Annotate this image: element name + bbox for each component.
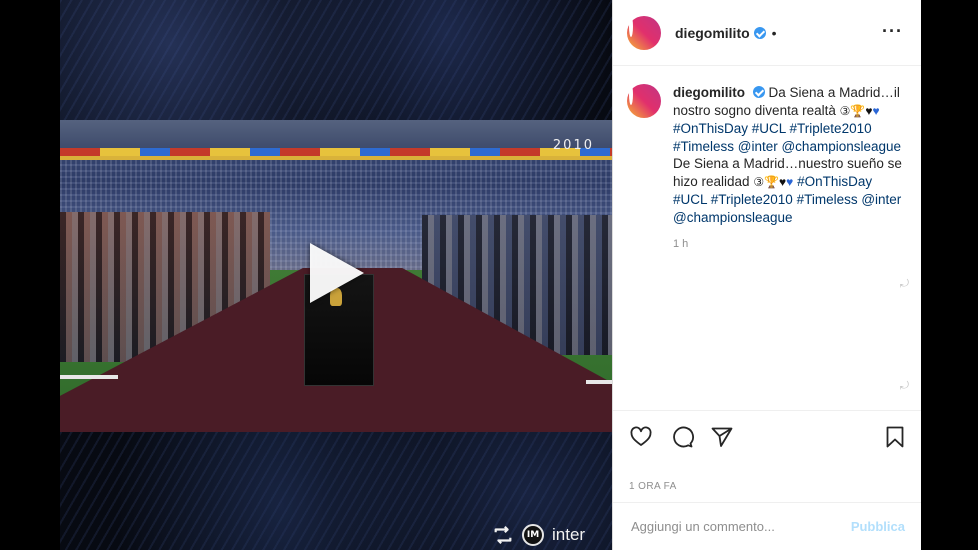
post-panel: diegomilito • ··· diegomilito Da Siena a…: [612, 0, 921, 550]
caption-hashtags[interactable]: @championsleague: [673, 210, 793, 225]
caption-text: diegomilito Da Siena a Madrid…il nostro …: [673, 84, 909, 226]
number-three-icon: ③: [753, 174, 765, 189]
inter-logo-icon: IM: [522, 524, 544, 546]
caption-line: nostro sogno diventa realtà: [673, 102, 836, 118]
post-date: 1 ORA FA: [629, 481, 677, 492]
share-icon[interactable]: [710, 425, 734, 449]
repost-account[interactable]: inter: [552, 525, 585, 545]
number-three-icon: ③: [839, 103, 851, 118]
sideline: [586, 380, 612, 384]
publish-button[interactable]: Pubblica: [851, 519, 905, 534]
post-media[interactable]: 2010 IM inter: [60, 0, 612, 550]
more-options-icon[interactable]: ···: [882, 22, 903, 40]
comment-icon[interactable]: [670, 425, 694, 449]
caption-username[interactable]: diegomilito: [673, 85, 745, 100]
caption-block: diegomilito Da Siena a Madrid…il nostro …: [627, 84, 909, 250]
header-separator: •: [771, 24, 777, 41]
caption-line: hizo realidad: [673, 173, 750, 189]
scroll-indicator-icon: ⤾: [899, 278, 909, 290]
blue-heart-icon: ♥: [786, 174, 794, 189]
caption-timestamp: 1 h: [673, 238, 689, 250]
comment-bar: Pubblica: [613, 502, 921, 550]
verified-badge-icon: [753, 26, 766, 39]
repost-attribution[interactable]: IM inter: [492, 520, 585, 550]
verified-badge-icon: [752, 86, 765, 98]
avatar[interactable]: [627, 15, 661, 50]
caption-avatar[interactable]: [627, 84, 661, 118]
bookmark-icon[interactable]: [883, 425, 907, 449]
blue-heart-icon: ♥: [872, 103, 880, 118]
heart-icon[interactable]: [629, 425, 653, 449]
caption-line: De Siena a Madrid…nuestro sueño se: [673, 156, 902, 171]
comment-input[interactable]: [629, 518, 851, 535]
caption-hashtags[interactable]: #OnThisDay: [797, 174, 872, 189]
trophy-emoji-icon: 🏆: [764, 174, 780, 189]
author-username[interactable]: diegomilito: [675, 25, 750, 41]
play-icon[interactable]: [310, 243, 364, 303]
ad-boards: [60, 148, 612, 156]
caption-hashtags[interactable]: #UCL #Triplete2010 #Timeless @inter: [673, 192, 901, 207]
repost-icon: [494, 525, 512, 545]
scroll-indicator-icon: ⤾: [899, 380, 909, 392]
caption-hashtags[interactable]: #OnThisDay #UCL #Triplete2010: [673, 121, 872, 136]
caption-hashtags[interactable]: #Timeless @inter @championsleague: [673, 139, 901, 154]
post-header: diegomilito • ···: [613, 0, 921, 66]
action-bar: [613, 410, 921, 463]
video-frame[interactable]: 2010: [60, 120, 612, 432]
sideline: [60, 375, 118, 379]
trophy-emoji-icon: 🏆: [850, 103, 866, 118]
caption-line: Da Siena a Madrid…il: [768, 85, 900, 100]
overlay-year: 2010: [552, 138, 594, 153]
